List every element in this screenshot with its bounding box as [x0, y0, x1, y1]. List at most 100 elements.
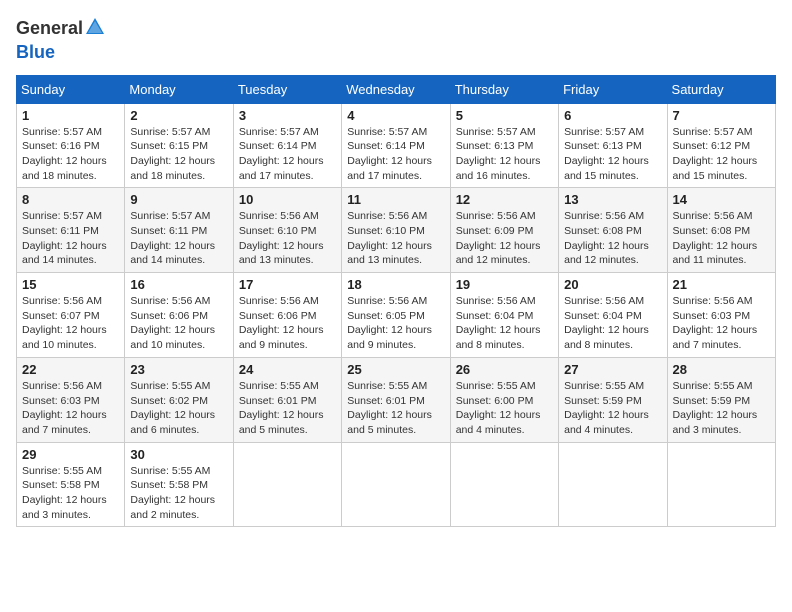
day-number: 8 [22, 192, 119, 207]
calendar-day-cell: 14 Sunrise: 5:56 AMSunset: 6:08 PMDaylig… [667, 188, 775, 273]
calendar-day-cell: 13 Sunrise: 5:56 AMSunset: 6:08 PMDaylig… [559, 188, 667, 273]
day-info: Sunrise: 5:56 AMSunset: 6:06 PMDaylight:… [239, 295, 324, 351]
day-number: 16 [130, 277, 227, 292]
day-info: Sunrise: 5:56 AMSunset: 6:05 PMDaylight:… [347, 295, 432, 351]
day-info: Sunrise: 5:56 AMSunset: 6:10 PMDaylight:… [347, 210, 432, 266]
day-info: Sunrise: 5:55 AMSunset: 5:58 PMDaylight:… [22, 465, 107, 521]
day-number: 30 [130, 447, 227, 462]
calendar-day-cell: 4 Sunrise: 5:57 AMSunset: 6:14 PMDayligh… [342, 103, 450, 188]
calendar-day-cell: 20 Sunrise: 5:56 AMSunset: 6:04 PMDaylig… [559, 273, 667, 358]
day-info: Sunrise: 5:56 AMSunset: 6:10 PMDaylight:… [239, 210, 324, 266]
weekday-header-cell: Friday [559, 75, 667, 103]
calendar-day-cell: 10 Sunrise: 5:56 AMSunset: 6:10 PMDaylig… [233, 188, 341, 273]
calendar-day-cell [342, 442, 450, 527]
day-info: Sunrise: 5:55 AMSunset: 6:01 PMDaylight:… [347, 380, 432, 436]
calendar-body: 1 Sunrise: 5:57 AMSunset: 6:16 PMDayligh… [17, 103, 776, 527]
day-info: Sunrise: 5:56 AMSunset: 6:09 PMDaylight:… [456, 210, 541, 266]
day-info: Sunrise: 5:56 AMSunset: 6:03 PMDaylight:… [22, 380, 107, 436]
calendar-day-cell: 30 Sunrise: 5:55 AMSunset: 5:58 PMDaylig… [125, 442, 233, 527]
day-number: 21 [673, 277, 770, 292]
calendar-day-cell: 7 Sunrise: 5:57 AMSunset: 6:12 PMDayligh… [667, 103, 775, 188]
day-number: 18 [347, 277, 444, 292]
calendar-day-cell: 16 Sunrise: 5:56 AMSunset: 6:06 PMDaylig… [125, 273, 233, 358]
calendar-day-cell: 15 Sunrise: 5:56 AMSunset: 6:07 PMDaylig… [17, 273, 125, 358]
calendar-day-cell: 8 Sunrise: 5:57 AMSunset: 6:11 PMDayligh… [17, 188, 125, 273]
day-number: 22 [22, 362, 119, 377]
day-number: 10 [239, 192, 336, 207]
day-number: 20 [564, 277, 661, 292]
calendar-day-cell: 22 Sunrise: 5:56 AMSunset: 6:03 PMDaylig… [17, 357, 125, 442]
day-info: Sunrise: 5:56 AMSunset: 6:04 PMDaylight:… [564, 295, 649, 351]
day-info: Sunrise: 5:57 AMSunset: 6:15 PMDaylight:… [130, 126, 215, 182]
calendar-day-cell: 27 Sunrise: 5:55 AMSunset: 5:59 PMDaylig… [559, 357, 667, 442]
logo: General Blue [16, 16, 107, 63]
calendar-day-cell: 23 Sunrise: 5:55 AMSunset: 6:02 PMDaylig… [125, 357, 233, 442]
weekday-header-cell: Tuesday [233, 75, 341, 103]
calendar-day-cell [559, 442, 667, 527]
calendar-day-cell: 3 Sunrise: 5:57 AMSunset: 6:14 PMDayligh… [233, 103, 341, 188]
calendar-day-cell: 17 Sunrise: 5:56 AMSunset: 6:06 PMDaylig… [233, 273, 341, 358]
day-number: 9 [130, 192, 227, 207]
day-info: Sunrise: 5:57 AMSunset: 6:13 PMDaylight:… [564, 126, 649, 182]
calendar-day-cell [450, 442, 558, 527]
day-number: 6 [564, 108, 661, 123]
day-number: 2 [130, 108, 227, 123]
calendar-day-cell [233, 442, 341, 527]
day-info: Sunrise: 5:57 AMSunset: 6:12 PMDaylight:… [673, 126, 758, 182]
calendar-week-row: 1 Sunrise: 5:57 AMSunset: 6:16 PMDayligh… [17, 103, 776, 188]
day-info: Sunrise: 5:57 AMSunset: 6:11 PMDaylight:… [22, 210, 107, 266]
calendar-table: SundayMondayTuesdayWednesdayThursdayFrid… [16, 75, 776, 528]
day-number: 5 [456, 108, 553, 123]
day-number: 7 [673, 108, 770, 123]
calendar-day-cell: 29 Sunrise: 5:55 AMSunset: 5:58 PMDaylig… [17, 442, 125, 527]
calendar-day-cell: 2 Sunrise: 5:57 AMSunset: 6:15 PMDayligh… [125, 103, 233, 188]
day-info: Sunrise: 5:57 AMSunset: 6:16 PMDaylight:… [22, 126, 107, 182]
page-header: General Blue [16, 16, 776, 63]
calendar-day-cell: 19 Sunrise: 5:56 AMSunset: 6:04 PMDaylig… [450, 273, 558, 358]
calendar-day-cell: 26 Sunrise: 5:55 AMSunset: 6:00 PMDaylig… [450, 357, 558, 442]
calendar-day-cell: 11 Sunrise: 5:56 AMSunset: 6:10 PMDaylig… [342, 188, 450, 273]
calendar-day-cell: 18 Sunrise: 5:56 AMSunset: 6:05 PMDaylig… [342, 273, 450, 358]
calendar-day-cell: 28 Sunrise: 5:55 AMSunset: 5:59 PMDaylig… [667, 357, 775, 442]
day-number: 27 [564, 362, 661, 377]
day-number: 14 [673, 192, 770, 207]
day-info: Sunrise: 5:56 AMSunset: 6:06 PMDaylight:… [130, 295, 215, 351]
day-info: Sunrise: 5:57 AMSunset: 6:14 PMDaylight:… [347, 126, 432, 182]
day-number: 1 [22, 108, 119, 123]
day-number: 12 [456, 192, 553, 207]
calendar-day-cell [667, 442, 775, 527]
calendar-week-row: 15 Sunrise: 5:56 AMSunset: 6:07 PMDaylig… [17, 273, 776, 358]
day-info: Sunrise: 5:55 AMSunset: 5:59 PMDaylight:… [673, 380, 758, 436]
calendar-day-cell: 9 Sunrise: 5:57 AMSunset: 6:11 PMDayligh… [125, 188, 233, 273]
calendar-week-row: 29 Sunrise: 5:55 AMSunset: 5:58 PMDaylig… [17, 442, 776, 527]
day-number: 13 [564, 192, 661, 207]
calendar-day-cell: 1 Sunrise: 5:57 AMSunset: 6:16 PMDayligh… [17, 103, 125, 188]
day-number: 29 [22, 447, 119, 462]
day-number: 24 [239, 362, 336, 377]
day-info: Sunrise: 5:55 AMSunset: 6:00 PMDaylight:… [456, 380, 541, 436]
day-number: 25 [347, 362, 444, 377]
weekday-header-cell: Wednesday [342, 75, 450, 103]
day-info: Sunrise: 5:57 AMSunset: 6:11 PMDaylight:… [130, 210, 215, 266]
weekday-header-cell: Monday [125, 75, 233, 103]
calendar-week-row: 22 Sunrise: 5:56 AMSunset: 6:03 PMDaylig… [17, 357, 776, 442]
day-info: Sunrise: 5:55 AMSunset: 6:02 PMDaylight:… [130, 380, 215, 436]
calendar-day-cell: 24 Sunrise: 5:55 AMSunset: 6:01 PMDaylig… [233, 357, 341, 442]
day-info: Sunrise: 5:57 AMSunset: 6:14 PMDaylight:… [239, 126, 324, 182]
weekday-header-row: SundayMondayTuesdayWednesdayThursdayFrid… [17, 75, 776, 103]
day-number: 23 [130, 362, 227, 377]
day-number: 15 [22, 277, 119, 292]
calendar-week-row: 8 Sunrise: 5:57 AMSunset: 6:11 PMDayligh… [17, 188, 776, 273]
weekday-header-cell: Sunday [17, 75, 125, 103]
day-info: Sunrise: 5:56 AMSunset: 6:08 PMDaylight:… [564, 210, 649, 266]
day-info: Sunrise: 5:56 AMSunset: 6:07 PMDaylight:… [22, 295, 107, 351]
day-number: 4 [347, 108, 444, 123]
calendar-day-cell: 5 Sunrise: 5:57 AMSunset: 6:13 PMDayligh… [450, 103, 558, 188]
day-number: 19 [456, 277, 553, 292]
calendar-day-cell: 21 Sunrise: 5:56 AMSunset: 6:03 PMDaylig… [667, 273, 775, 358]
logo-icon [84, 16, 106, 38]
day-info: Sunrise: 5:57 AMSunset: 6:13 PMDaylight:… [456, 126, 541, 182]
calendar-day-cell: 12 Sunrise: 5:56 AMSunset: 6:09 PMDaylig… [450, 188, 558, 273]
calendar-day-cell: 6 Sunrise: 5:57 AMSunset: 6:13 PMDayligh… [559, 103, 667, 188]
day-info: Sunrise: 5:55 AMSunset: 5:58 PMDaylight:… [130, 465, 215, 521]
